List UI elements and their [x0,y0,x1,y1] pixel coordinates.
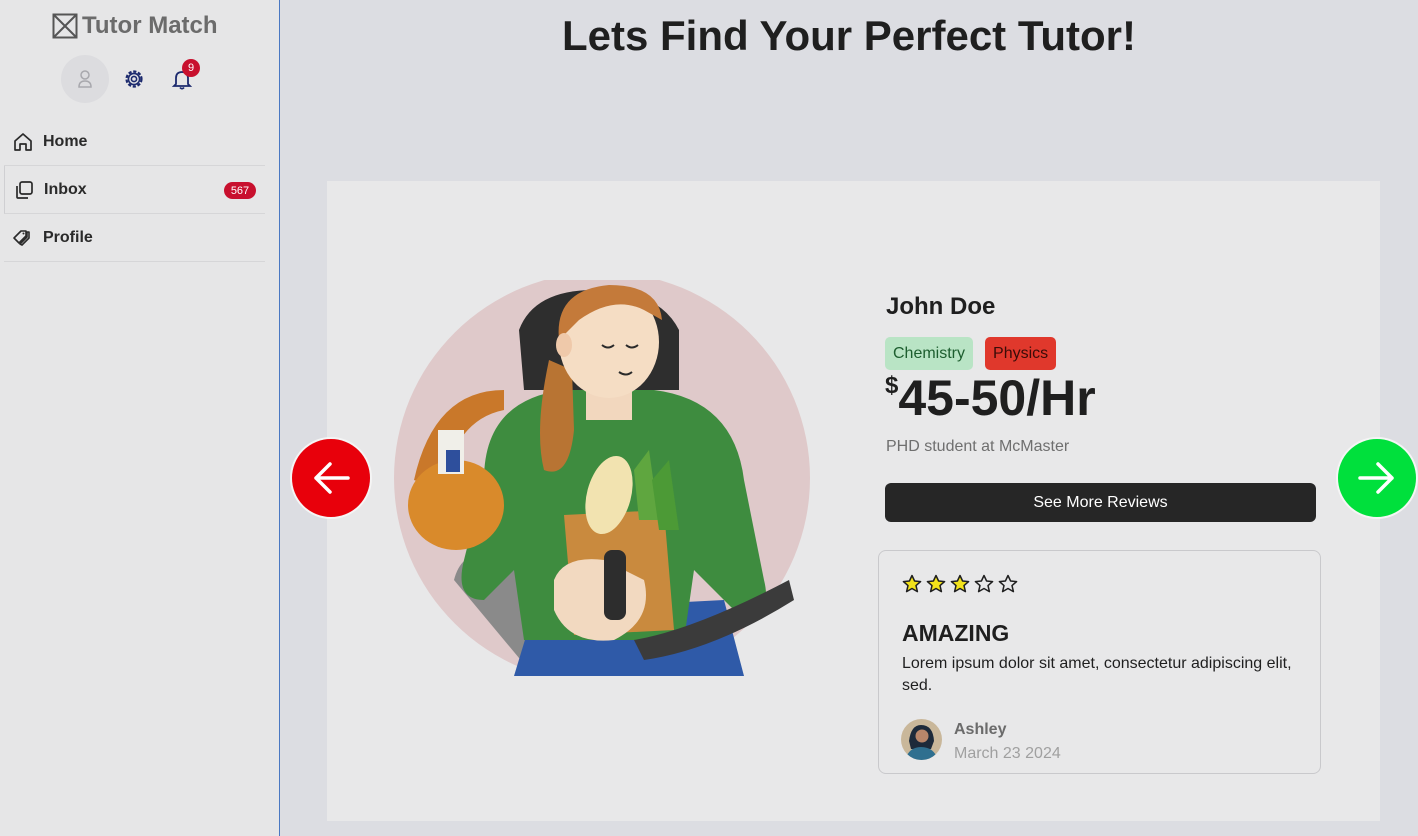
reviewer-avatar [901,719,942,760]
star-empty-icon [974,574,994,593]
currency-symbol: $ [885,372,899,399]
sidebar: Tutor Match 9 Home Inbox 567 Profile [0,0,280,836]
sidebar-item-label: Home [43,132,88,150]
sidebar-item-label: Inbox [44,180,87,198]
user-avatar[interactable] [61,55,109,103]
sidebar-nav: Home Inbox 567 Profile [4,118,265,262]
notifications-count-badge: 9 [182,59,200,77]
review-card: AMAZING Lorem ipsum dolor sit amet, cons… [878,550,1321,774]
next-tutor-button[interactable] [1336,437,1418,519]
reviewer-name: Ashley [954,721,1007,738]
user-icon [78,70,92,88]
sidebar-item-label: Profile [43,228,93,246]
previous-tutor-button[interactable] [290,437,372,519]
brand-name: Tutor Match [82,12,218,39]
subject-tag-physics[interactable]: Physics [985,337,1057,370]
review-date: March 23 2024 [954,745,1061,762]
rate-value: 45-50/Hr [898,370,1096,426]
hourly-rate: $ 45-50/Hr [885,370,1096,426]
home-icon [14,132,32,151]
tag-icon [13,229,30,246]
arrow-right-icon [1358,462,1394,494]
see-more-reviews-button[interactable]: See More Reviews [885,483,1316,522]
sidebar-item-inbox[interactable]: Inbox 567 [4,166,265,214]
sidebar-item-home[interactable]: Home [4,118,265,166]
tutor-name: John Doe [886,293,996,320]
arrow-left-icon [314,462,350,494]
page-title: Lets Find Your Perfect Tutor! [561,12,1137,59]
tutor-portrait [394,280,810,676]
sidebar-item-profile[interactable]: Profile [4,214,265,262]
logo-icon [52,13,78,39]
reviewer-photo [901,719,942,760]
inbox-count-badge: 567 [224,182,256,199]
review-title: AMAZING [902,620,1010,646]
inbox-icon [16,180,33,199]
star-filled-icon [902,574,922,593]
brand[interactable]: Tutor Match [52,12,218,40]
notifications-button[interactable]: 9 [170,59,200,91]
review-body: Lorem ipsum dolor sit amet, consectetur … [902,655,1292,694]
rating-stars [902,574,1018,594]
user-controls: 9 [61,55,200,103]
settings-gear-icon[interactable] [122,67,146,91]
tutor-illustration [394,280,810,676]
subject-tags: Chemistry Physics [885,337,1057,370]
star-filled-icon [926,574,946,593]
subject-tag-chemistry[interactable]: Chemistry [885,337,974,370]
tutor-description: PHD student at McMaster [886,438,1070,455]
star-filled-icon [950,574,970,593]
star-empty-icon [998,574,1018,593]
